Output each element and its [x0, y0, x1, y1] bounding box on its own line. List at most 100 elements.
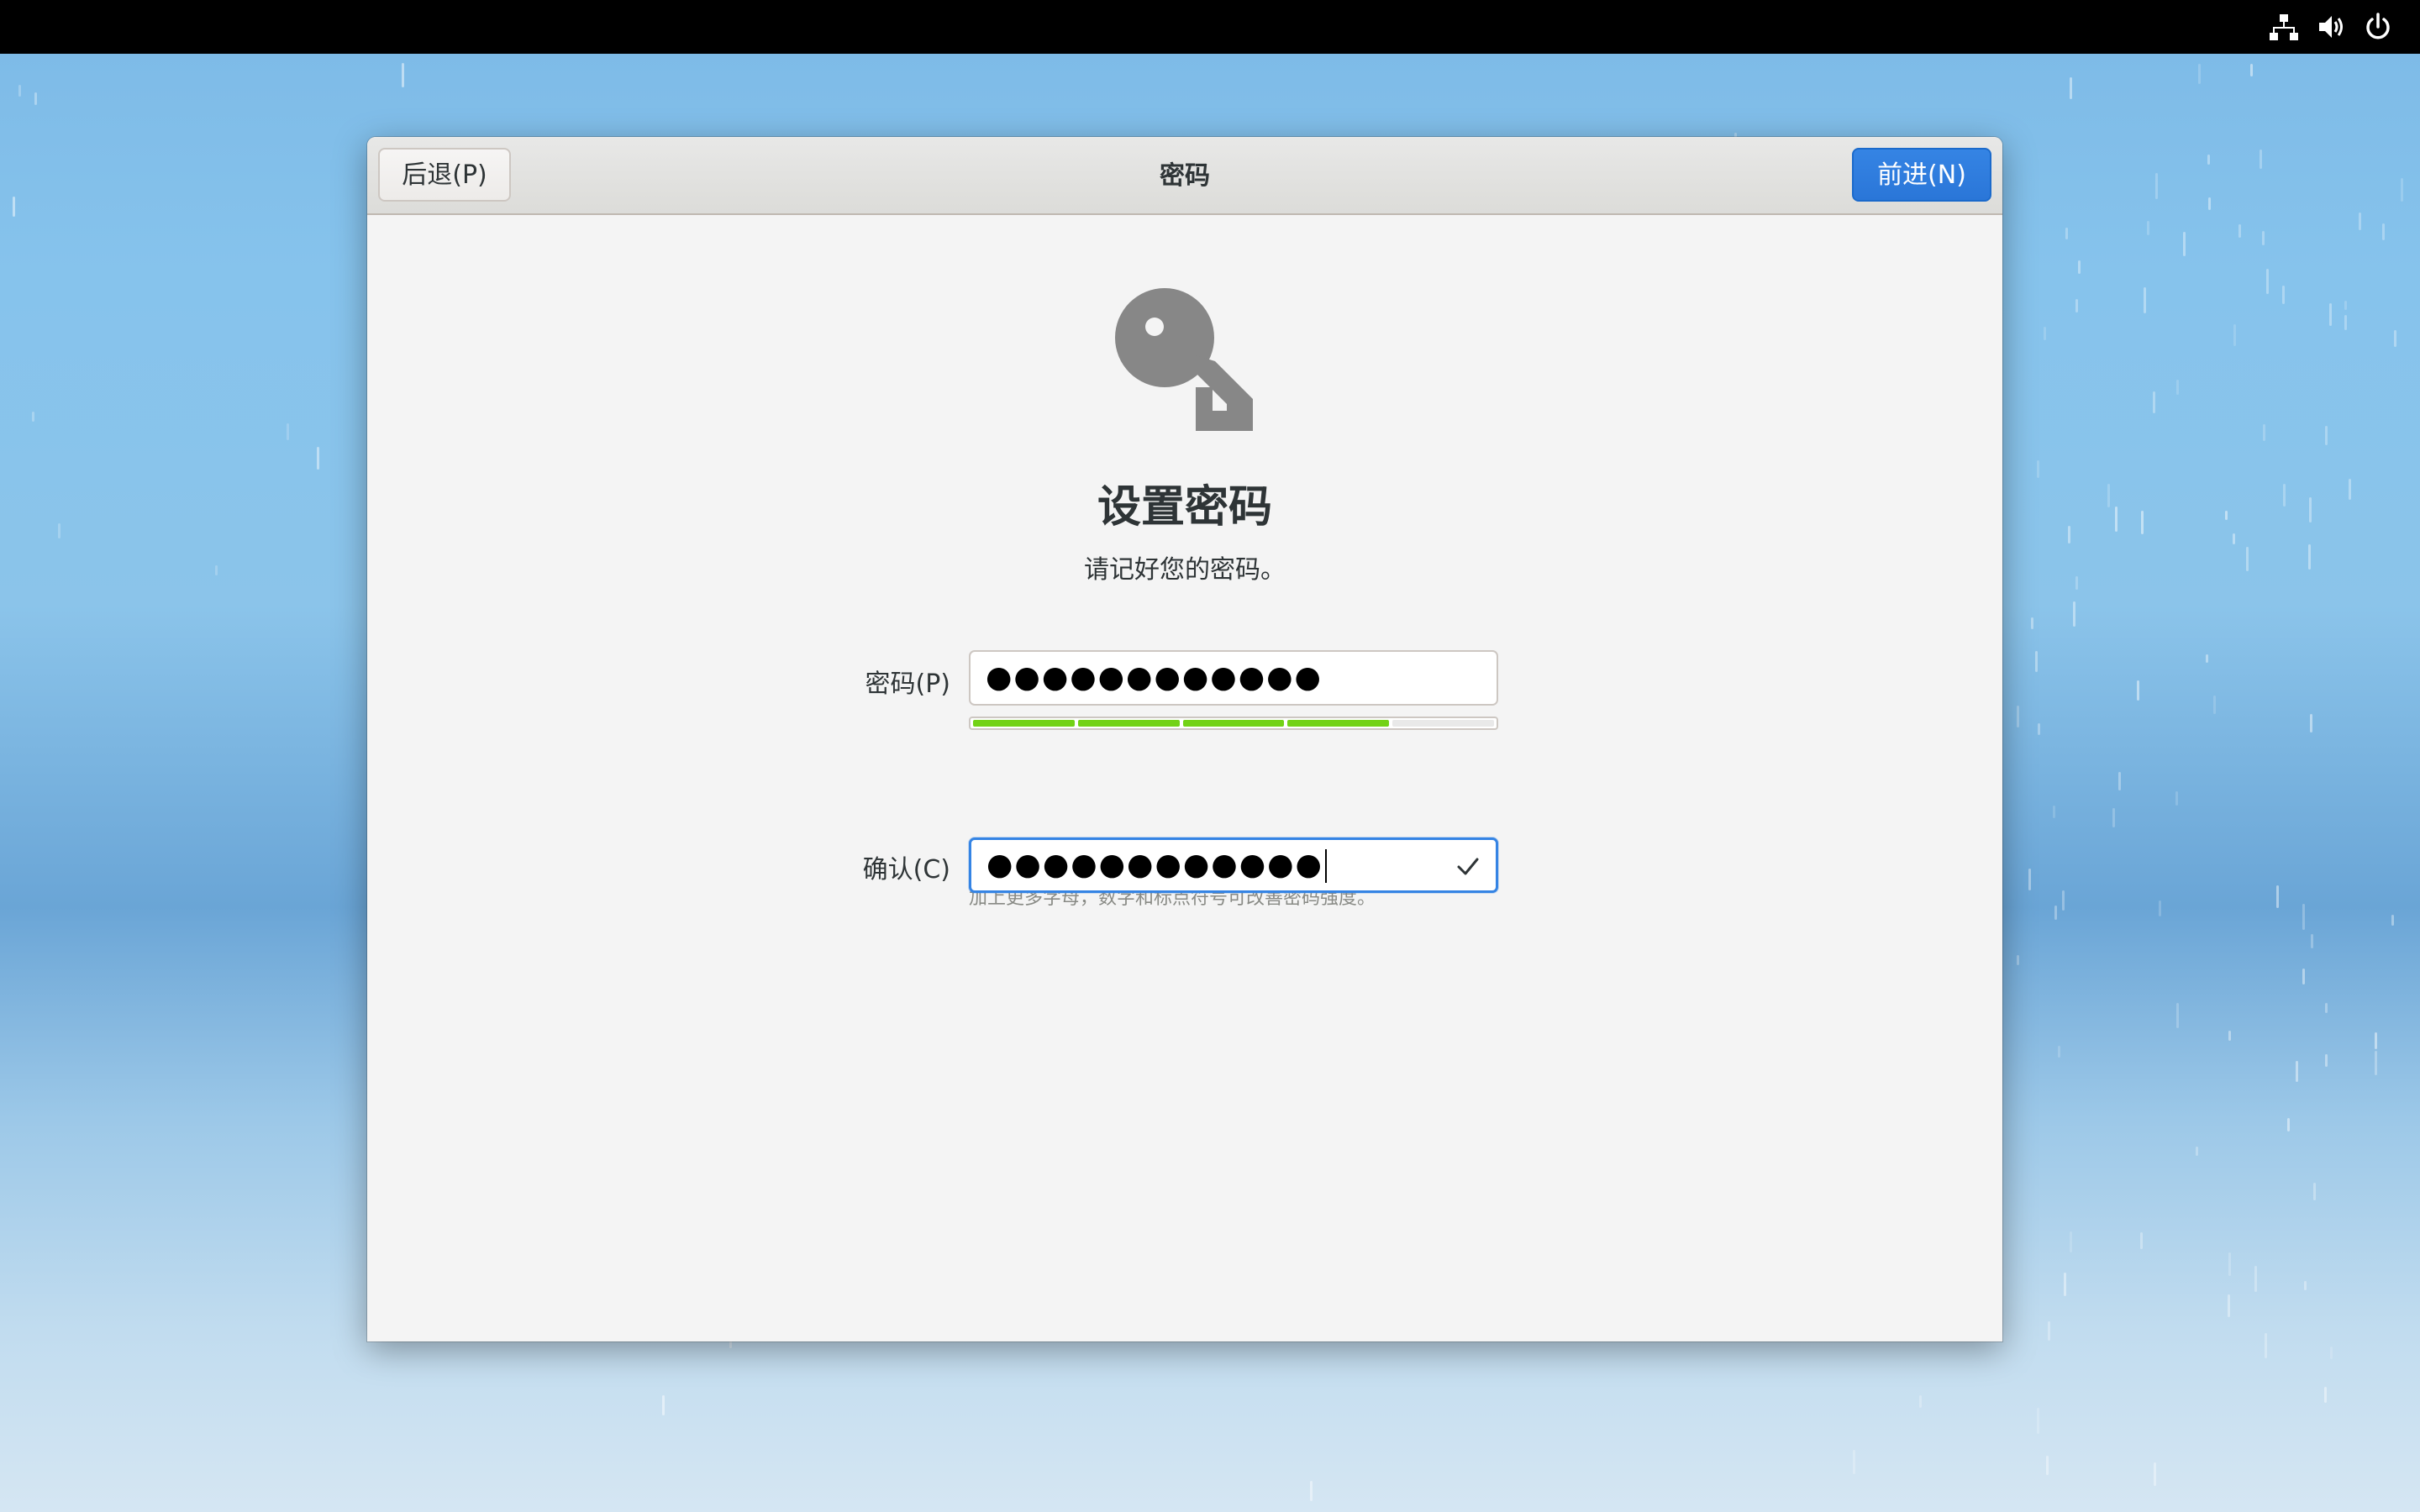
background-streak: [2197, 64, 2201, 84]
background-streak: [2139, 1231, 2143, 1250]
window-title: 密码: [1160, 161, 1210, 191]
background-streak: [2312, 1182, 2316, 1200]
background-streak: [2344, 301, 2348, 311]
top-bar: [0, 0, 2420, 54]
background-streak: [2069, 1231, 2072, 1253]
background-streak: [2375, 1032, 2377, 1050]
background-streak: [2245, 547, 2249, 572]
background-streak: [2052, 805, 2055, 818]
background-streak: [2072, 601, 2075, 627]
background-streak: [2325, 425, 2328, 446]
background-streak: [2044, 326, 2047, 341]
background-streak: [2037, 723, 2040, 735]
background-streak: [1919, 1395, 1923, 1409]
background-streak: [2037, 460, 2040, 478]
background-streak: [2401, 177, 2404, 202]
text-caret: [1324, 849, 1327, 883]
background-streak: [2036, 1407, 2039, 1435]
page-heading: 设置密码: [1097, 482, 1272, 533]
background-streak: [2281, 286, 2285, 305]
password-value: ●●●●●●●●●●●●: [986, 660, 1323, 695]
background-streak: [2207, 154, 2210, 165]
background-streak: [2348, 478, 2351, 501]
background-streak: [2046, 1456, 2049, 1475]
background-streak: [286, 423, 289, 440]
confirm-password-field[interactable]: ●●●●●●●●●●●●: [969, 837, 1498, 893]
password-label: 密码(P): [865, 669, 951, 699]
background-streak: [2302, 969, 2305, 985]
background-streak: [12, 196, 15, 217]
background-streak: [2262, 424, 2265, 441]
background-streak: [18, 85, 22, 97]
background-streak: [662, 1394, 666, 1415]
background-streak: [2212, 695, 2216, 714]
background-streak: [2146, 220, 2149, 235]
background-streak: [2260, 149, 2263, 170]
background-streak: [317, 447, 319, 470]
confirm-value-wrap: ●●●●●●●●●●●●: [986, 839, 1327, 891]
background-streak: [2017, 955, 2020, 965]
background-streak: [2047, 1320, 2050, 1341]
checkmark-icon: [1457, 858, 1479, 875]
next-button[interactable]: 前进(N): [1852, 148, 1991, 202]
power-icon[interactable]: [2363, 12, 2393, 42]
background-streak: [2254, 1265, 2258, 1292]
background-streak: [2328, 302, 2332, 327]
background-streak: [2324, 1387, 2328, 1404]
key-icon: [1115, 288, 1253, 431]
background-streak: [2311, 933, 2314, 949]
background-streak: [2249, 63, 2253, 76]
background-streak: [2225, 511, 2228, 520]
background-streak: [2282, 483, 2286, 507]
background-streak: [2238, 224, 2241, 238]
background-streak: [2175, 1003, 2179, 1028]
background-streak: [2296, 1061, 2299, 1082]
background-streak: [2107, 484, 2111, 507]
background-streak: [2075, 299, 2078, 313]
background-streak: [32, 411, 35, 423]
background-streak: [2141, 511, 2144, 535]
background-streak: [402, 63, 405, 87]
strength-segment: [1077, 720, 1180, 727]
background-streak: [2308, 497, 2312, 523]
strength-segment: [1182, 720, 1285, 727]
page-subheading: 请记好您的密码。: [1084, 555, 1286, 585]
background-streak: [2069, 76, 2072, 100]
background-streak: [2035, 650, 2039, 672]
background-streak: [1309, 1480, 1313, 1501]
background-streak: [2176, 379, 2180, 396]
background-streak: [2154, 1462, 2156, 1487]
background-streak: [2118, 772, 2121, 790]
header-bar: 后退(P) 密码 前进(N): [367, 137, 2002, 215]
background-streak: [2391, 914, 2394, 926]
background-streak: [2065, 228, 2069, 240]
background-streak: [2265, 1332, 2268, 1359]
background-streak: [2054, 906, 2057, 921]
background-streak: [2266, 269, 2270, 295]
background-streak: [2208, 197, 2212, 210]
strength-segment: [1287, 720, 1390, 727]
background-streak: [2233, 533, 2236, 545]
background-streak: [1852, 1449, 1855, 1475]
background-streak: [2382, 223, 2386, 241]
background-streak: [2261, 231, 2265, 245]
password-field[interactable]: ●●●●●●●●●●●●: [969, 650, 1498, 706]
background-streak: [2374, 1051, 2377, 1076]
volume-icon[interactable]: [2317, 12, 2347, 42]
background-streak: [2205, 654, 2208, 664]
confirm-value: ●●●●●●●●●●●●: [986, 848, 1323, 882]
background-streak: [2159, 900, 2162, 917]
background-streak: [2028, 869, 2031, 890]
background-streak: [2153, 391, 2156, 414]
background-streak: [2228, 1252, 2232, 1277]
background-streak: [2325, 1003, 2328, 1013]
background-streak: [2233, 323, 2236, 347]
network-wired-icon[interactable]: [2269, 12, 2299, 42]
strength-segment: [1392, 720, 1494, 727]
strength-segment: [973, 720, 1075, 727]
background-streak: [2183, 231, 2186, 257]
background-streak: [2228, 1031, 2231, 1042]
background-streak: [2017, 706, 2019, 728]
background-streak: [2112, 808, 2116, 827]
background-streak: [2030, 617, 2033, 630]
